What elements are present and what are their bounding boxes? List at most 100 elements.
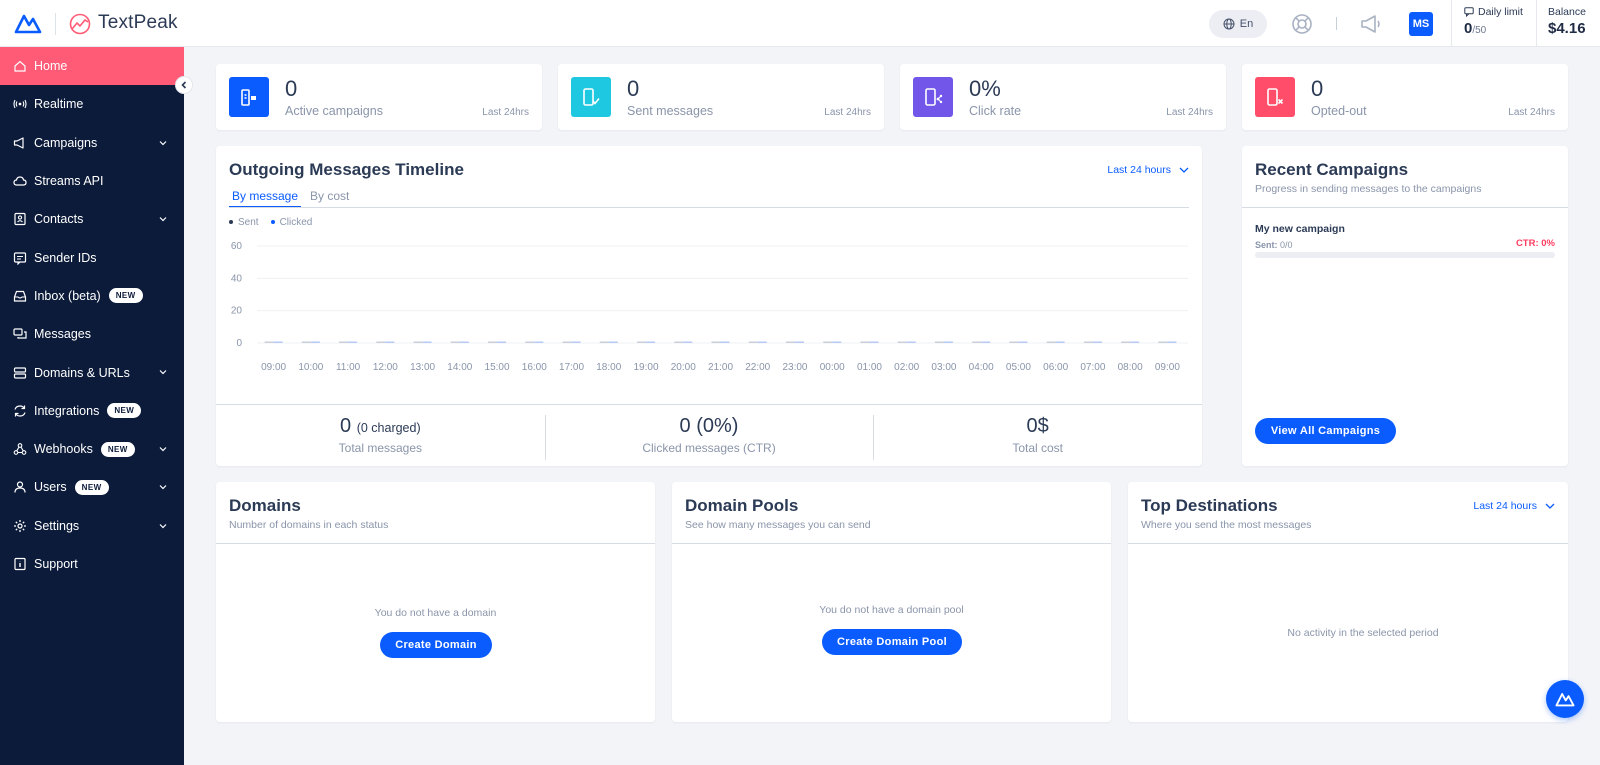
- sidebar-item-realtime[interactable]: Realtime: [0, 85, 184, 123]
- campaign-name[interactable]: My new campaign: [1255, 223, 1345, 235]
- sidebar-item-label: Sender IDs: [34, 250, 97, 265]
- bar-clicked-17[interactable]: [906, 341, 916, 344]
- sidebar-item-webhooks[interactable]: Webhooks NEW: [0, 430, 184, 468]
- bar-clicked-21[interactable]: [1055, 341, 1065, 344]
- bar-clicked-16[interactable]: [869, 341, 879, 344]
- bar-clicked-4[interactable]: [422, 341, 432, 344]
- bar-clicked-0[interactable]: [273, 341, 283, 344]
- bar-clicked-8[interactable]: [571, 341, 581, 344]
- bar-sent-9[interactable]: [599, 341, 609, 344]
- bar-sent-10[interactable]: [637, 341, 647, 344]
- bar-clicked-15[interactable]: [832, 341, 842, 344]
- sidebar-item-settings[interactable]: Settings: [0, 507, 184, 545]
- bar-sent-5[interactable]: [450, 341, 460, 344]
- bar-clicked-24[interactable]: [1167, 341, 1177, 344]
- sidebar-item-support[interactable]: Support: [0, 545, 184, 583]
- bar-sent-12[interactable]: [711, 341, 721, 344]
- support-icon: [13, 557, 27, 571]
- chat-support-fab[interactable]: [1546, 680, 1584, 718]
- x-tick-label: 10:00: [298, 362, 323, 373]
- sidebar-item-domains-urls[interactable]: Domains & URLs: [0, 353, 184, 391]
- sidebar-item-sender-ids[interactable]: Sender IDs: [0, 238, 184, 276]
- legend-item-sent[interactable]: Sent: [229, 217, 259, 228]
- bar-clicked-20[interactable]: [1018, 341, 1028, 344]
- language-selector[interactable]: En: [1209, 10, 1267, 38]
- bar-clicked-22[interactable]: [1092, 341, 1102, 344]
- timeline-period-select[interactable]: Last 24 hours: [1107, 164, 1189, 176]
- x-tick-label: 00:00: [820, 362, 845, 373]
- new-badge: NEW: [107, 403, 142, 419]
- bar-sent-1[interactable]: [301, 341, 311, 344]
- x-tick-label: 22:00: [745, 362, 770, 373]
- bar-sent-19[interactable]: [972, 341, 982, 344]
- bar-sent-20[interactable]: [1009, 341, 1019, 344]
- bar-sent-4[interactable]: [413, 341, 423, 344]
- sidebar-item-users[interactable]: Users NEW: [0, 468, 184, 506]
- megaphone-icon: [13, 136, 27, 150]
- create-domain-pool-button[interactable]: Create Domain Pool: [822, 629, 962, 655]
- bar-sent-8[interactable]: [562, 341, 572, 344]
- bar-sent-24[interactable]: [1158, 341, 1168, 344]
- bar-sent-11[interactable]: [674, 341, 684, 344]
- bar-clicked-13[interactable]: [757, 341, 767, 344]
- bar-sent-2[interactable]: [339, 341, 349, 344]
- bar-clicked-5[interactable]: [459, 341, 469, 344]
- language-label: En: [1239, 18, 1254, 30]
- help-lifebuoy-button[interactable]: [1289, 11, 1315, 37]
- summary-total-messages: 0 (0 charged) Total messages: [338, 415, 423, 455]
- bar-sent-22[interactable]: [1083, 341, 1093, 344]
- bar-sent-14[interactable]: [785, 341, 795, 344]
- tab-by-message[interactable]: By message: [229, 189, 302, 208]
- bar-clicked-6[interactable]: [497, 341, 507, 344]
- bar-sent-21[interactable]: [1046, 341, 1056, 344]
- daily-limit-max: /50: [1472, 25, 1487, 36]
- bar-sent-16[interactable]: [860, 341, 870, 344]
- x-tick-label: 16:00: [522, 362, 547, 373]
- bar-clicked-23[interactable]: [1130, 341, 1140, 344]
- balance-value: $4.16: [1548, 20, 1586, 37]
- stat-period: Last 24hrs: [1166, 107, 1213, 118]
- stat-label: Sent messages: [627, 104, 714, 118]
- x-tick-label: 19:00: [634, 362, 659, 373]
- sidebar-item-campaigns[interactable]: Campaigns: [0, 124, 184, 162]
- tab-by-cost[interactable]: By cost: [307, 189, 352, 208]
- view-all-campaigns-button[interactable]: View All Campaigns: [1255, 418, 1396, 444]
- chevron-left-icon: [181, 81, 187, 89]
- bar-clicked-14[interactable]: [794, 341, 804, 344]
- bar-sent-23[interactable]: [1121, 341, 1131, 344]
- bar-sent-15[interactable]: [823, 341, 833, 344]
- bar-sent-6[interactable]: [488, 341, 498, 344]
- bar-clicked-1[interactable]: [310, 341, 320, 344]
- brand-name: TextPeak: [98, 12, 178, 33]
- legend-item-clicked[interactable]: Clicked: [270, 217, 312, 228]
- sidebar-item-contacts[interactable]: Contacts: [0, 200, 184, 238]
- bar-clicked-3[interactable]: [385, 341, 395, 344]
- bar-sent-3[interactable]: [376, 341, 386, 344]
- bar-sent-0[interactable]: [264, 341, 274, 344]
- sidebar-item-inbox-beta[interactable]: Inbox (beta) NEW: [0, 277, 184, 315]
- app-logo-icon[interactable]: [14, 12, 42, 34]
- top-destinations-period-select[interactable]: Last 24 hours: [1473, 500, 1555, 512]
- domains-subtitle: Number of domains in each status: [229, 519, 389, 531]
- x-tick-label: 17:00: [559, 362, 584, 373]
- bar-clicked-2[interactable]: [348, 341, 358, 344]
- sidebar-item-streams-api[interactable]: Streams API: [0, 162, 184, 200]
- announcements-button[interactable]: [1358, 11, 1384, 37]
- bar-clicked-11[interactable]: [683, 341, 693, 344]
- bar-clicked-10[interactable]: [646, 341, 656, 344]
- bar-clicked-7[interactable]: [534, 341, 544, 344]
- sidebar-item-home[interactable]: Home: [0, 47, 184, 86]
- user-avatar[interactable]: MS: [1409, 12, 1433, 36]
- create-domain-button[interactable]: Create Domain: [380, 632, 492, 658]
- sidebar-item-messages[interactable]: Messages: [0, 315, 184, 353]
- bar-clicked-12[interactable]: [720, 341, 730, 344]
- bar-sent-17[interactable]: [897, 341, 907, 344]
- bar-clicked-18[interactable]: [943, 341, 953, 344]
- bar-clicked-19[interactable]: [981, 341, 991, 344]
- bar-clicked-9[interactable]: [608, 341, 618, 344]
- bar-sent-13[interactable]: [748, 341, 758, 344]
- bar-sent-18[interactable]: [934, 341, 944, 344]
- sidebar-item-integrations[interactable]: Integrations NEW: [0, 392, 184, 430]
- bar-sent-7[interactable]: [525, 341, 535, 344]
- sidebar-collapse-button[interactable]: [175, 76, 193, 94]
